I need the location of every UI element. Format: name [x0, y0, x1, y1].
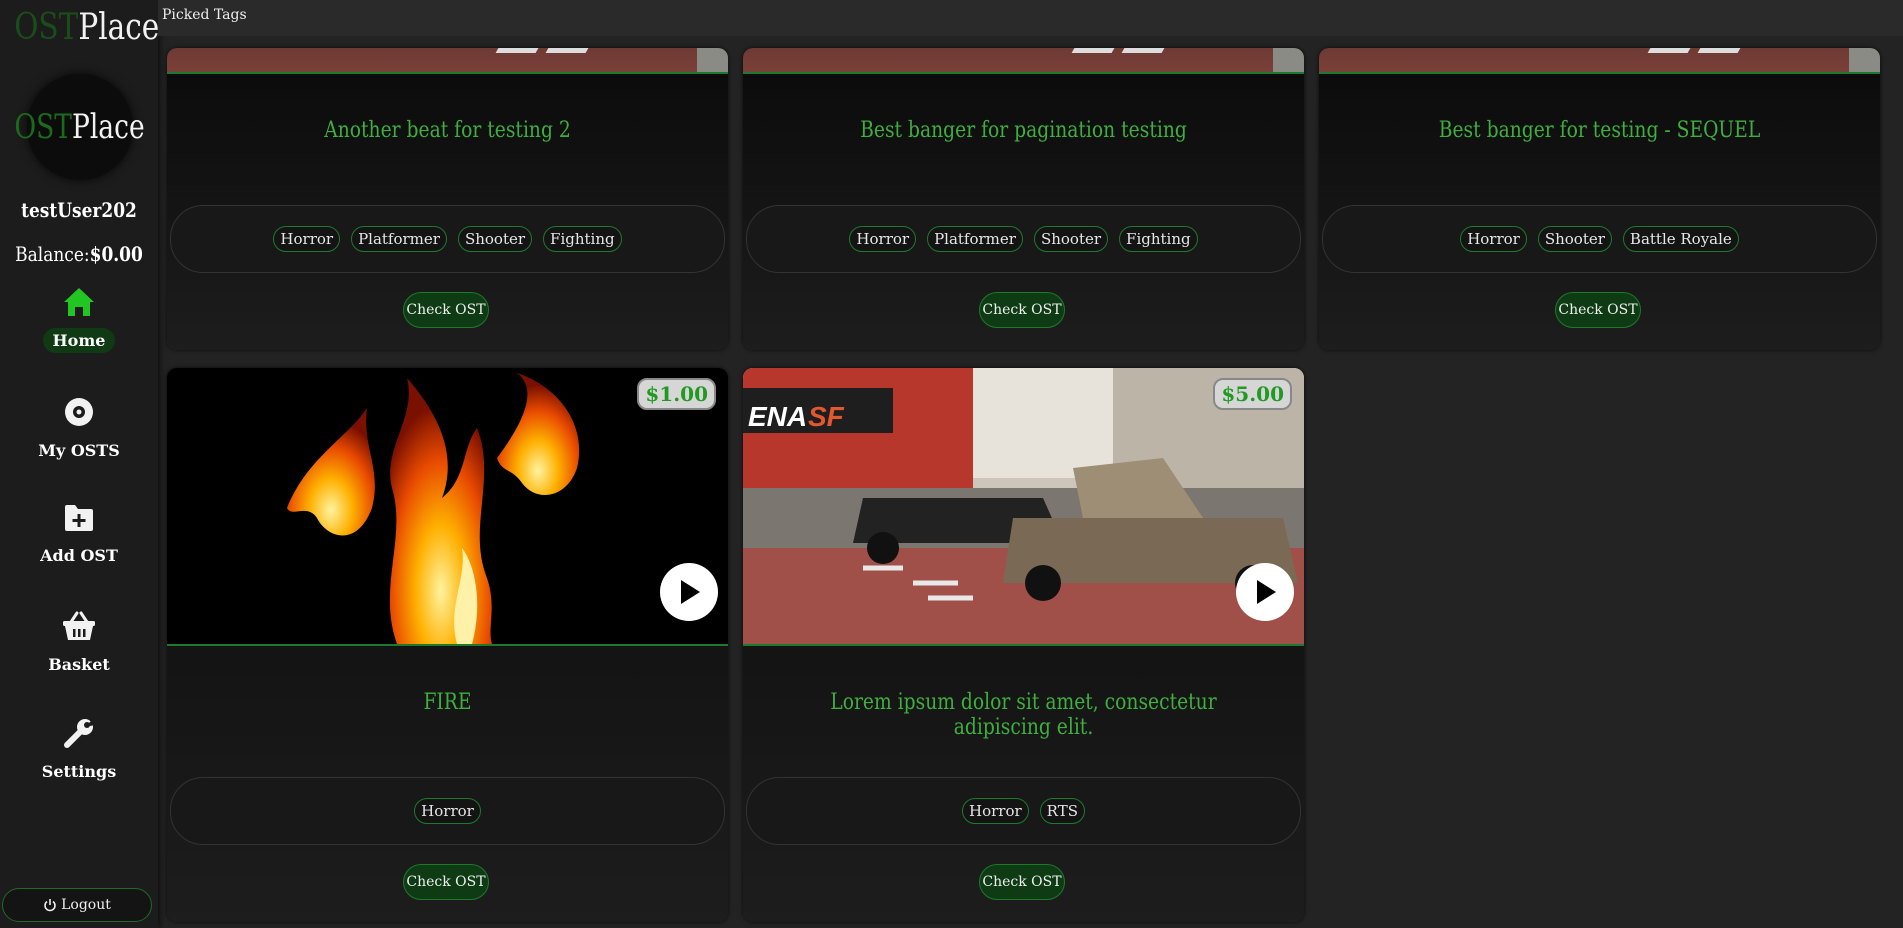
check-ost-button[interactable]: Check OST	[403, 292, 489, 328]
ost-card: $1.00 FIRE Horror Check OST	[167, 368, 728, 922]
ost-card: Best banger for testing - SEQUEL Horror …	[1319, 48, 1880, 350]
ost-card: Best banger for pagination testing Horro…	[743, 48, 1304, 350]
tag[interactable]: Horror	[273, 226, 341, 252]
basket-icon	[63, 611, 95, 640]
check-ost-button[interactable]: Check OST	[979, 864, 1065, 900]
nav-label-home: Home	[42, 328, 116, 353]
avatar[interactable]: OSTPlace	[15, 74, 145, 180]
nav-label-add-ost: Add OST	[40, 546, 118, 565]
tag[interactable]: Battle Royale	[1622, 226, 1739, 252]
price-badge: $5.00	[1213, 378, 1292, 410]
nav-label-my-osts: My OSTS	[38, 441, 120, 460]
ost-title[interactable]: Best banger for testing - SEQUEL	[1361, 118, 1838, 143]
home-icon	[64, 288, 94, 316]
ost-title[interactable]: FIRE	[209, 690, 686, 715]
check-ost-button[interactable]: Check OST	[403, 864, 489, 900]
tag[interactable]: Fighting	[543, 226, 622, 252]
cover-image[interactable]	[1319, 48, 1880, 74]
cover-image[interactable]: $1.00	[167, 368, 728, 646]
folder-plus-icon	[65, 505, 93, 531]
cover-image[interactable]	[167, 48, 728, 74]
nav-label-basket: Basket	[48, 655, 110, 674]
nav-label-settings: Settings	[41, 762, 117, 781]
tag[interactable]: Shooter	[1537, 226, 1612, 252]
tag[interactable]: Horror	[849, 226, 917, 252]
nav-item-settings[interactable]: Settings	[0, 717, 158, 784]
play-icon	[1257, 580, 1276, 604]
cover-image[interactable]: ENA SF $5.00	[743, 368, 1304, 646]
power-icon	[44, 899, 56, 912]
check-ost-button[interactable]: Check OST	[1555, 292, 1641, 328]
tag[interactable]: Fighting	[1119, 226, 1198, 252]
play-icon	[681, 580, 700, 604]
tags-box: Horror	[170, 777, 725, 845]
tag[interactable]: Horror	[1460, 226, 1527, 252]
svg-text:ENA: ENA	[748, 401, 807, 432]
picked-tags-label[interactable]: Picked Tags	[162, 7, 247, 23]
ost-card: ENA SF $5.00 Lorem ipsum dolor sit amet,…	[743, 368, 1304, 922]
sidebar: OSTPlace OSTPlace testUser202 Balance:$0…	[0, 0, 159, 928]
tags-box: Horror RTS	[746, 777, 1301, 845]
disc-icon	[65, 398, 93, 426]
nav-item-my-osts[interactable]: My OSTS	[0, 396, 158, 463]
logout-button[interactable]: Logout	[2, 888, 152, 922]
price-badge: $1.00	[637, 378, 716, 410]
tag[interactable]: Horror	[962, 798, 1029, 824]
nav-item-home[interactable]: Home	[0, 286, 158, 353]
tag[interactable]: RTS	[1039, 798, 1085, 824]
tag[interactable]: Horror	[414, 798, 481, 824]
cover-image[interactable]	[743, 48, 1304, 74]
tags-box: Horror Platformer Shooter Fighting	[170, 205, 725, 273]
tag[interactable]: Platformer	[351, 226, 447, 252]
ost-card: Another beat for testing 2 Horror Platfo…	[167, 48, 728, 350]
logout-label: Logout	[61, 897, 111, 913]
tag[interactable]: Shooter	[1033, 226, 1109, 252]
balance: Balance:$0.00	[15, 242, 143, 266]
play-button[interactable]	[1236, 563, 1294, 621]
username: testUser202	[21, 198, 137, 222]
tags-box: Horror Shooter Battle Royale	[1322, 205, 1877, 273]
tag[interactable]: Platformer	[927, 226, 1023, 252]
wrench-icon	[64, 719, 95, 748]
tags-box: Horror Platformer Shooter Fighting	[746, 205, 1301, 273]
check-ost-button[interactable]: Check OST	[979, 292, 1065, 328]
tag[interactable]: Shooter	[457, 226, 533, 252]
top-bar	[158, 0, 1903, 36]
nav-item-add-ost[interactable]: Add OST	[0, 503, 158, 568]
ost-title[interactable]: Another beat for testing 2	[209, 118, 686, 143]
ost-title[interactable]: Lorem ipsum dolor sit amet, consectetur …	[785, 690, 1262, 740]
nav-item-basket[interactable]: Basket	[0, 610, 158, 677]
app-logo[interactable]: OSTPlace	[14, 6, 159, 50]
play-button[interactable]	[660, 563, 718, 621]
ost-title[interactable]: Best banger for pagination testing	[785, 118, 1262, 143]
svg-text:SF: SF	[808, 401, 845, 432]
